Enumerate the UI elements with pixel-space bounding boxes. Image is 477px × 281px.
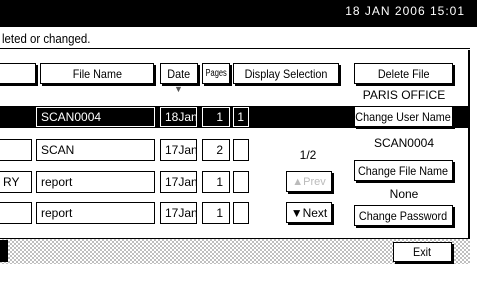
- selection-order-cell[interactable]: [233, 202, 249, 224]
- selection-order-cell[interactable]: 1: [233, 107, 249, 127]
- date-cell[interactable]: 17Jan.: [160, 202, 197, 224]
- next-page-button[interactable]: ▼Next: [286, 202, 332, 223]
- user-cell[interactable]: [0, 139, 32, 161]
- password-value: None: [389, 187, 419, 201]
- user-name-value: PARIS OFFICE: [362, 88, 446, 102]
- date-cell[interactable]: 18Jan.: [160, 107, 197, 127]
- column-header-date-label: Date: [167, 66, 191, 81]
- column-header-file-name[interactable]: File Name: [40, 63, 154, 84]
- file-name-cell[interactable]: report: [36, 202, 155, 224]
- change-file-name-button[interactable]: Change File Name: [354, 160, 453, 181]
- file-name-value: SCAN0004: [373, 136, 435, 150]
- date-cell[interactable]: 17Jan.: [160, 171, 197, 193]
- exit-button[interactable]: Exit: [393, 242, 452, 262]
- change-user-name-label: Change User Name: [355, 109, 452, 124]
- message-text: leted or changed.: [2, 31, 91, 46]
- page-indicator: 1/2: [299, 148, 317, 162]
- column-header-pages-label: Pages: [205, 68, 227, 79]
- change-user-name-button[interactable]: Change User Name: [354, 106, 453, 127]
- file-name-cell[interactable]: SCAN: [36, 139, 155, 161]
- selection-order-cell[interactable]: [233, 139, 249, 161]
- pages-cell[interactable]: 1: [202, 171, 230, 193]
- column-header-pages[interactable]: Pages: [202, 63, 230, 84]
- column-header-file-name-label: File Name: [72, 66, 122, 81]
- exit-label: Exit: [413, 245, 432, 259]
- pages-cell[interactable]: 2: [202, 139, 230, 161]
- pages-cell[interactable]: 1: [202, 107, 230, 127]
- change-file-name-label: Change File Name: [358, 163, 449, 178]
- delete-file-button[interactable]: Delete File: [354, 63, 453, 84]
- column-header-date[interactable]: Date: [160, 63, 198, 84]
- file-name-cell[interactable]: report: [36, 171, 155, 193]
- delete-file-label: Delete File: [377, 66, 430, 81]
- file-name-cell[interactable]: SCAN0004: [36, 107, 155, 127]
- clock-display: 18 JAN 2006 15:01: [345, 4, 465, 18]
- change-password-button[interactable]: Change Password: [354, 205, 453, 226]
- pages-cell[interactable]: 1: [202, 202, 230, 224]
- footer-left-block: [0, 240, 8, 262]
- prev-page-button[interactable]: ▲Prev: [286, 171, 332, 192]
- selection-order-cell[interactable]: [233, 171, 249, 193]
- column-header-display-selection-label: Display Selection: [244, 66, 328, 81]
- sort-descending-icon: ▼: [174, 84, 183, 94]
- column-header-user[interactable]: [0, 63, 36, 84]
- column-header-display-selection[interactable]: Display Selection: [233, 63, 339, 84]
- user-cell[interactable]: RY: [0, 171, 32, 193]
- date-cell[interactable]: 17Jan.: [160, 139, 197, 161]
- user-cell[interactable]: [0, 202, 32, 224]
- change-password-label: Change Password: [359, 208, 448, 223]
